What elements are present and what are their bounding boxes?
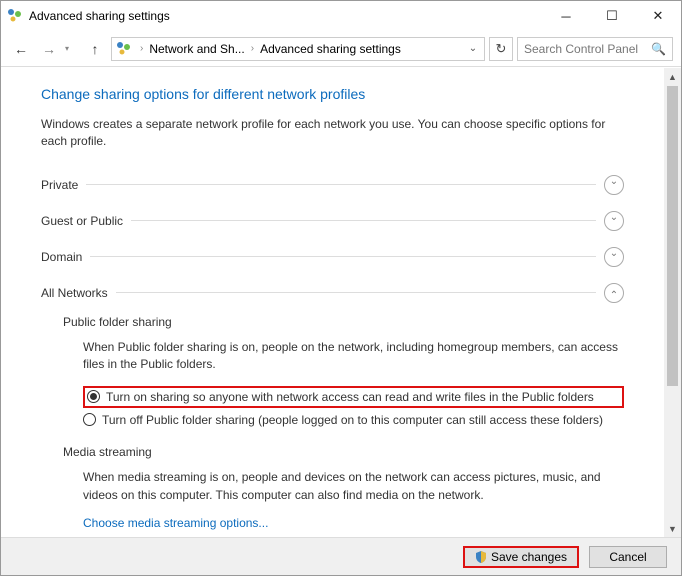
shield-icon [475,551,487,563]
radio-icon [87,390,100,403]
search-icon: 🔍 [651,42,666,56]
scroll-down-icon[interactable]: ▼ [664,520,681,537]
cancel-button[interactable]: Cancel [589,546,667,568]
subsection-title: Public folder sharing [63,315,624,329]
scroll-up-icon[interactable]: ▲ [664,68,681,85]
control-panel-icon [7,8,23,24]
subsection-description: When media streaming is on, people and d… [63,469,624,504]
public-folder-sharing: Public folder sharing When Public folder… [41,315,624,431]
address-dropdown-icon[interactable]: ⌄ [464,43,482,54]
search-input[interactable]: Search Control Panel 🔍 [517,37,673,61]
content-area: Change sharing options for different net… [1,68,664,537]
nav-back-button[interactable]: ← [9,37,33,61]
section-label: All Networks [41,286,108,300]
save-button-label: Save changes [491,550,567,564]
breadcrumb-network[interactable]: Network and Sh... [149,42,244,56]
navbar: ← → ▾ ↑ › Network and Sh... › Advanced s… [1,31,681,67]
footer: Save changes Cancel [1,537,681,575]
section-all-networks[interactable]: All Networks [41,279,624,307]
nav-forward-button: → [37,37,61,61]
subsection-title: Media streaming [63,445,624,459]
breadcrumb-separator-icon[interactable]: › [247,43,258,54]
section-domain[interactable]: Domain [41,243,624,271]
chevron-down-icon[interactable] [604,247,624,267]
page-heading: Change sharing options for different net… [41,86,624,102]
subsection-description: When Public folder sharing is on, people… [63,339,624,374]
section-label: Guest or Public [41,214,123,228]
minimize-button[interactable]: ─ [543,1,589,31]
scrollbar[interactable]: ▲ ▼ [664,68,681,537]
nav-history-dropdown[interactable]: ▾ [65,44,79,53]
address-bar[interactable]: › Network and Sh... › Advanced sharing s… [111,37,485,61]
section-guest[interactable]: Guest or Public [41,207,624,235]
breadcrumb-current[interactable]: Advanced sharing settings [260,42,401,56]
cancel-button-label: Cancel [609,550,646,564]
section-label: Private [41,178,78,192]
nav-up-button[interactable]: ↑ [83,37,107,61]
chevron-up-icon[interactable] [604,283,624,303]
divider [116,292,596,293]
chevron-down-icon[interactable] [604,175,624,195]
radio-label: Turn off Public folder sharing (people l… [102,412,603,429]
divider [86,184,596,185]
section-private[interactable]: Private [41,171,624,199]
maximize-button[interactable]: ☐ [589,1,635,31]
titlebar: Advanced sharing settings ─ ☐ ✕ [1,1,681,31]
radio-label: Turn on sharing so anyone with network a… [106,389,594,406]
control-panel-icon [116,41,132,57]
chevron-down-icon[interactable] [604,211,624,231]
section-label: Domain [41,250,82,264]
media-streaming: Media streaming When media streaming is … [41,445,624,530]
divider [90,256,596,257]
search-placeholder: Search Control Panel [524,42,651,56]
breadcrumb-separator-icon[interactable]: › [136,43,147,54]
divider [131,220,596,221]
page-intro: Windows creates a separate network profi… [41,116,624,151]
refresh-button[interactable]: ↻ [489,37,513,61]
scroll-thumb[interactable] [667,86,678,386]
media-streaming-link[interactable]: Choose media streaming options... [63,516,624,530]
radio-turn-on-sharing[interactable]: Turn on sharing so anyone with network a… [83,386,624,409]
close-button[interactable]: ✕ [635,1,681,31]
save-changes-button[interactable]: Save changes [463,546,579,568]
radio-turn-off-sharing[interactable]: Turn off Public folder sharing (people l… [83,410,624,431]
radio-icon [83,413,96,426]
window-title: Advanced sharing settings [29,9,170,23]
